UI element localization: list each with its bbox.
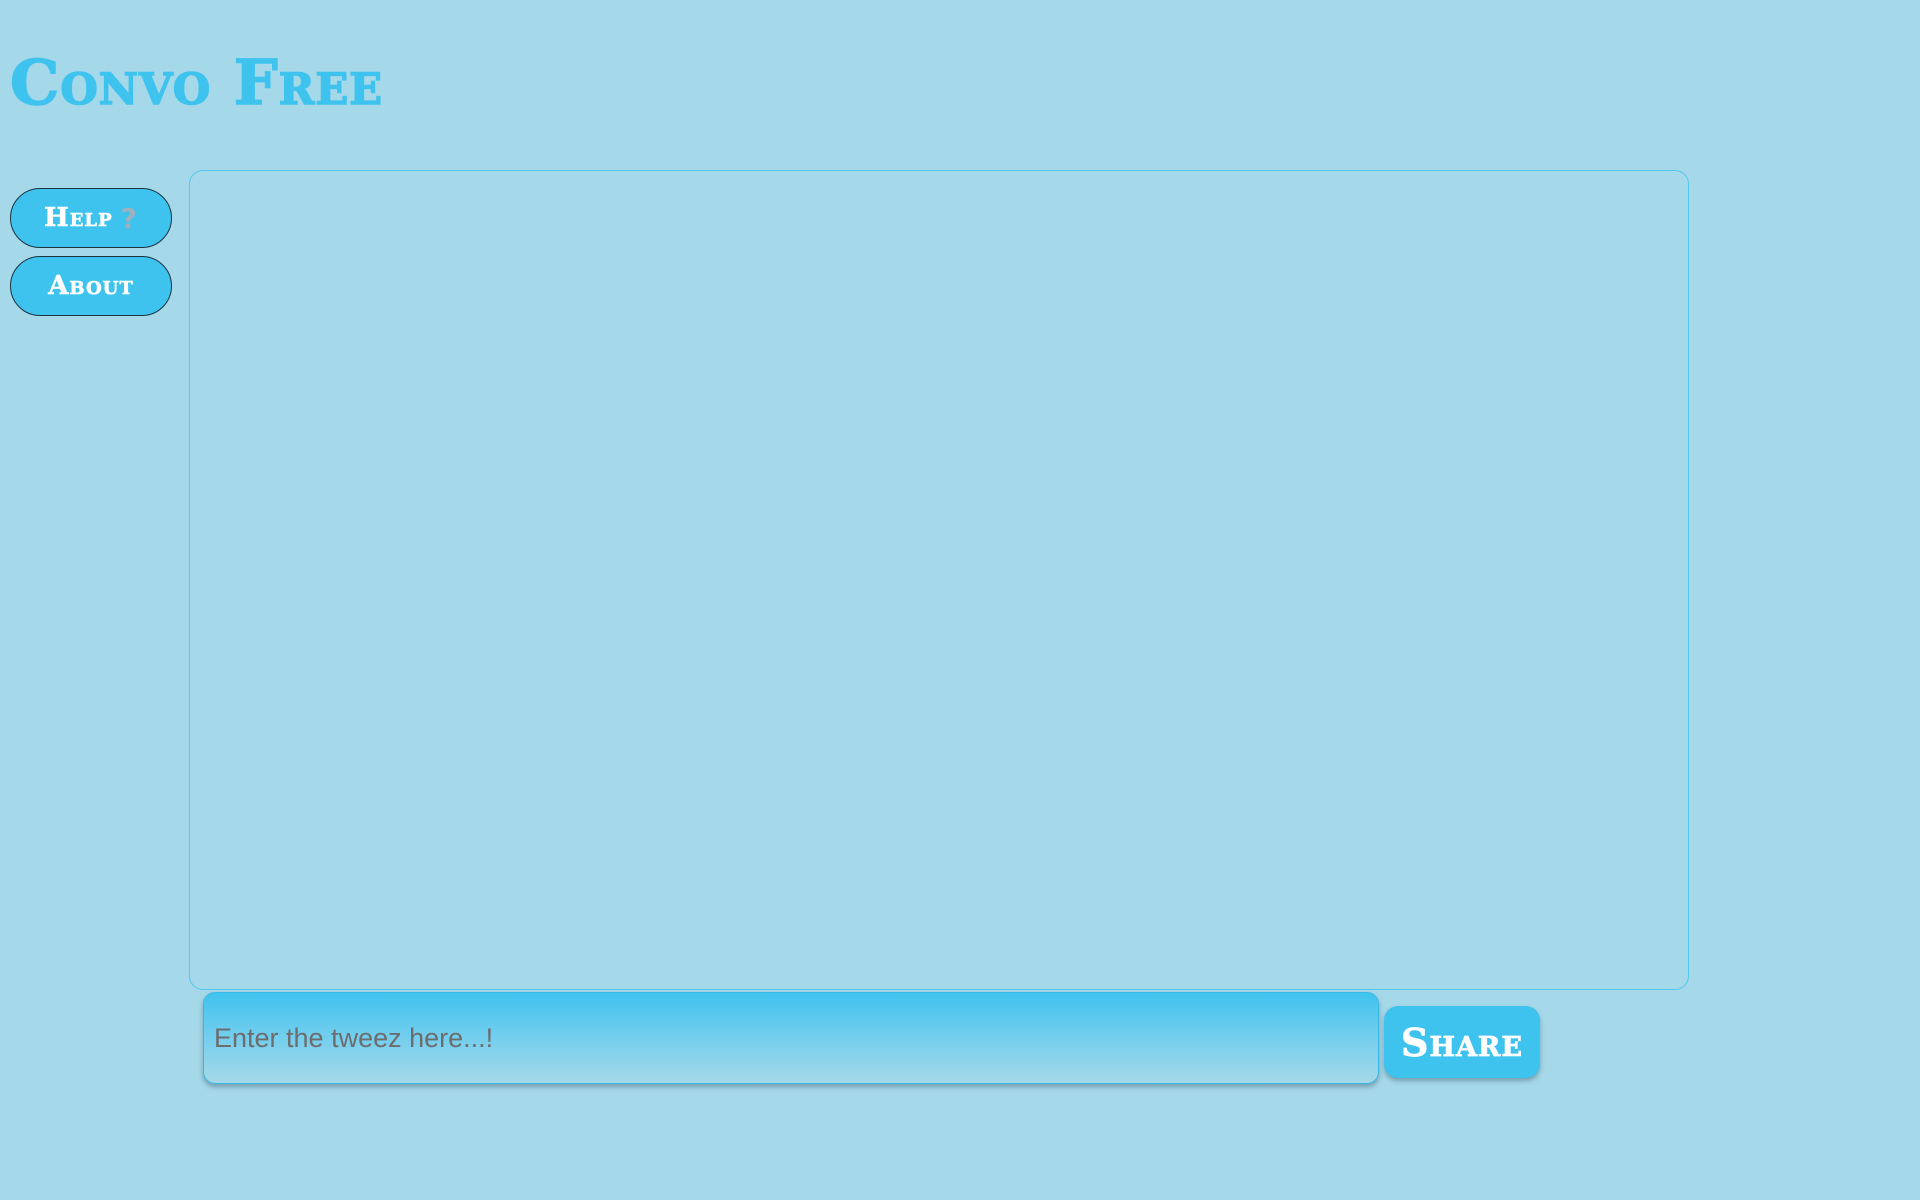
- conversation-panel[interactable]: [189, 170, 1689, 990]
- help-button-label: Help: [44, 203, 113, 234]
- about-button[interactable]: About: [10, 256, 172, 316]
- message-input[interactable]: [203, 992, 1379, 1084]
- share-button[interactable]: Share: [1384, 1006, 1540, 1078]
- help-button[interactable]: Help ?: [10, 188, 172, 248]
- about-button-label: About: [48, 271, 134, 302]
- question-mark-icon: ?: [120, 201, 138, 235]
- app-title: Convo Free: [9, 46, 384, 119]
- app-root: Convo Free Help ? About Share: [0, 0, 1920, 1200]
